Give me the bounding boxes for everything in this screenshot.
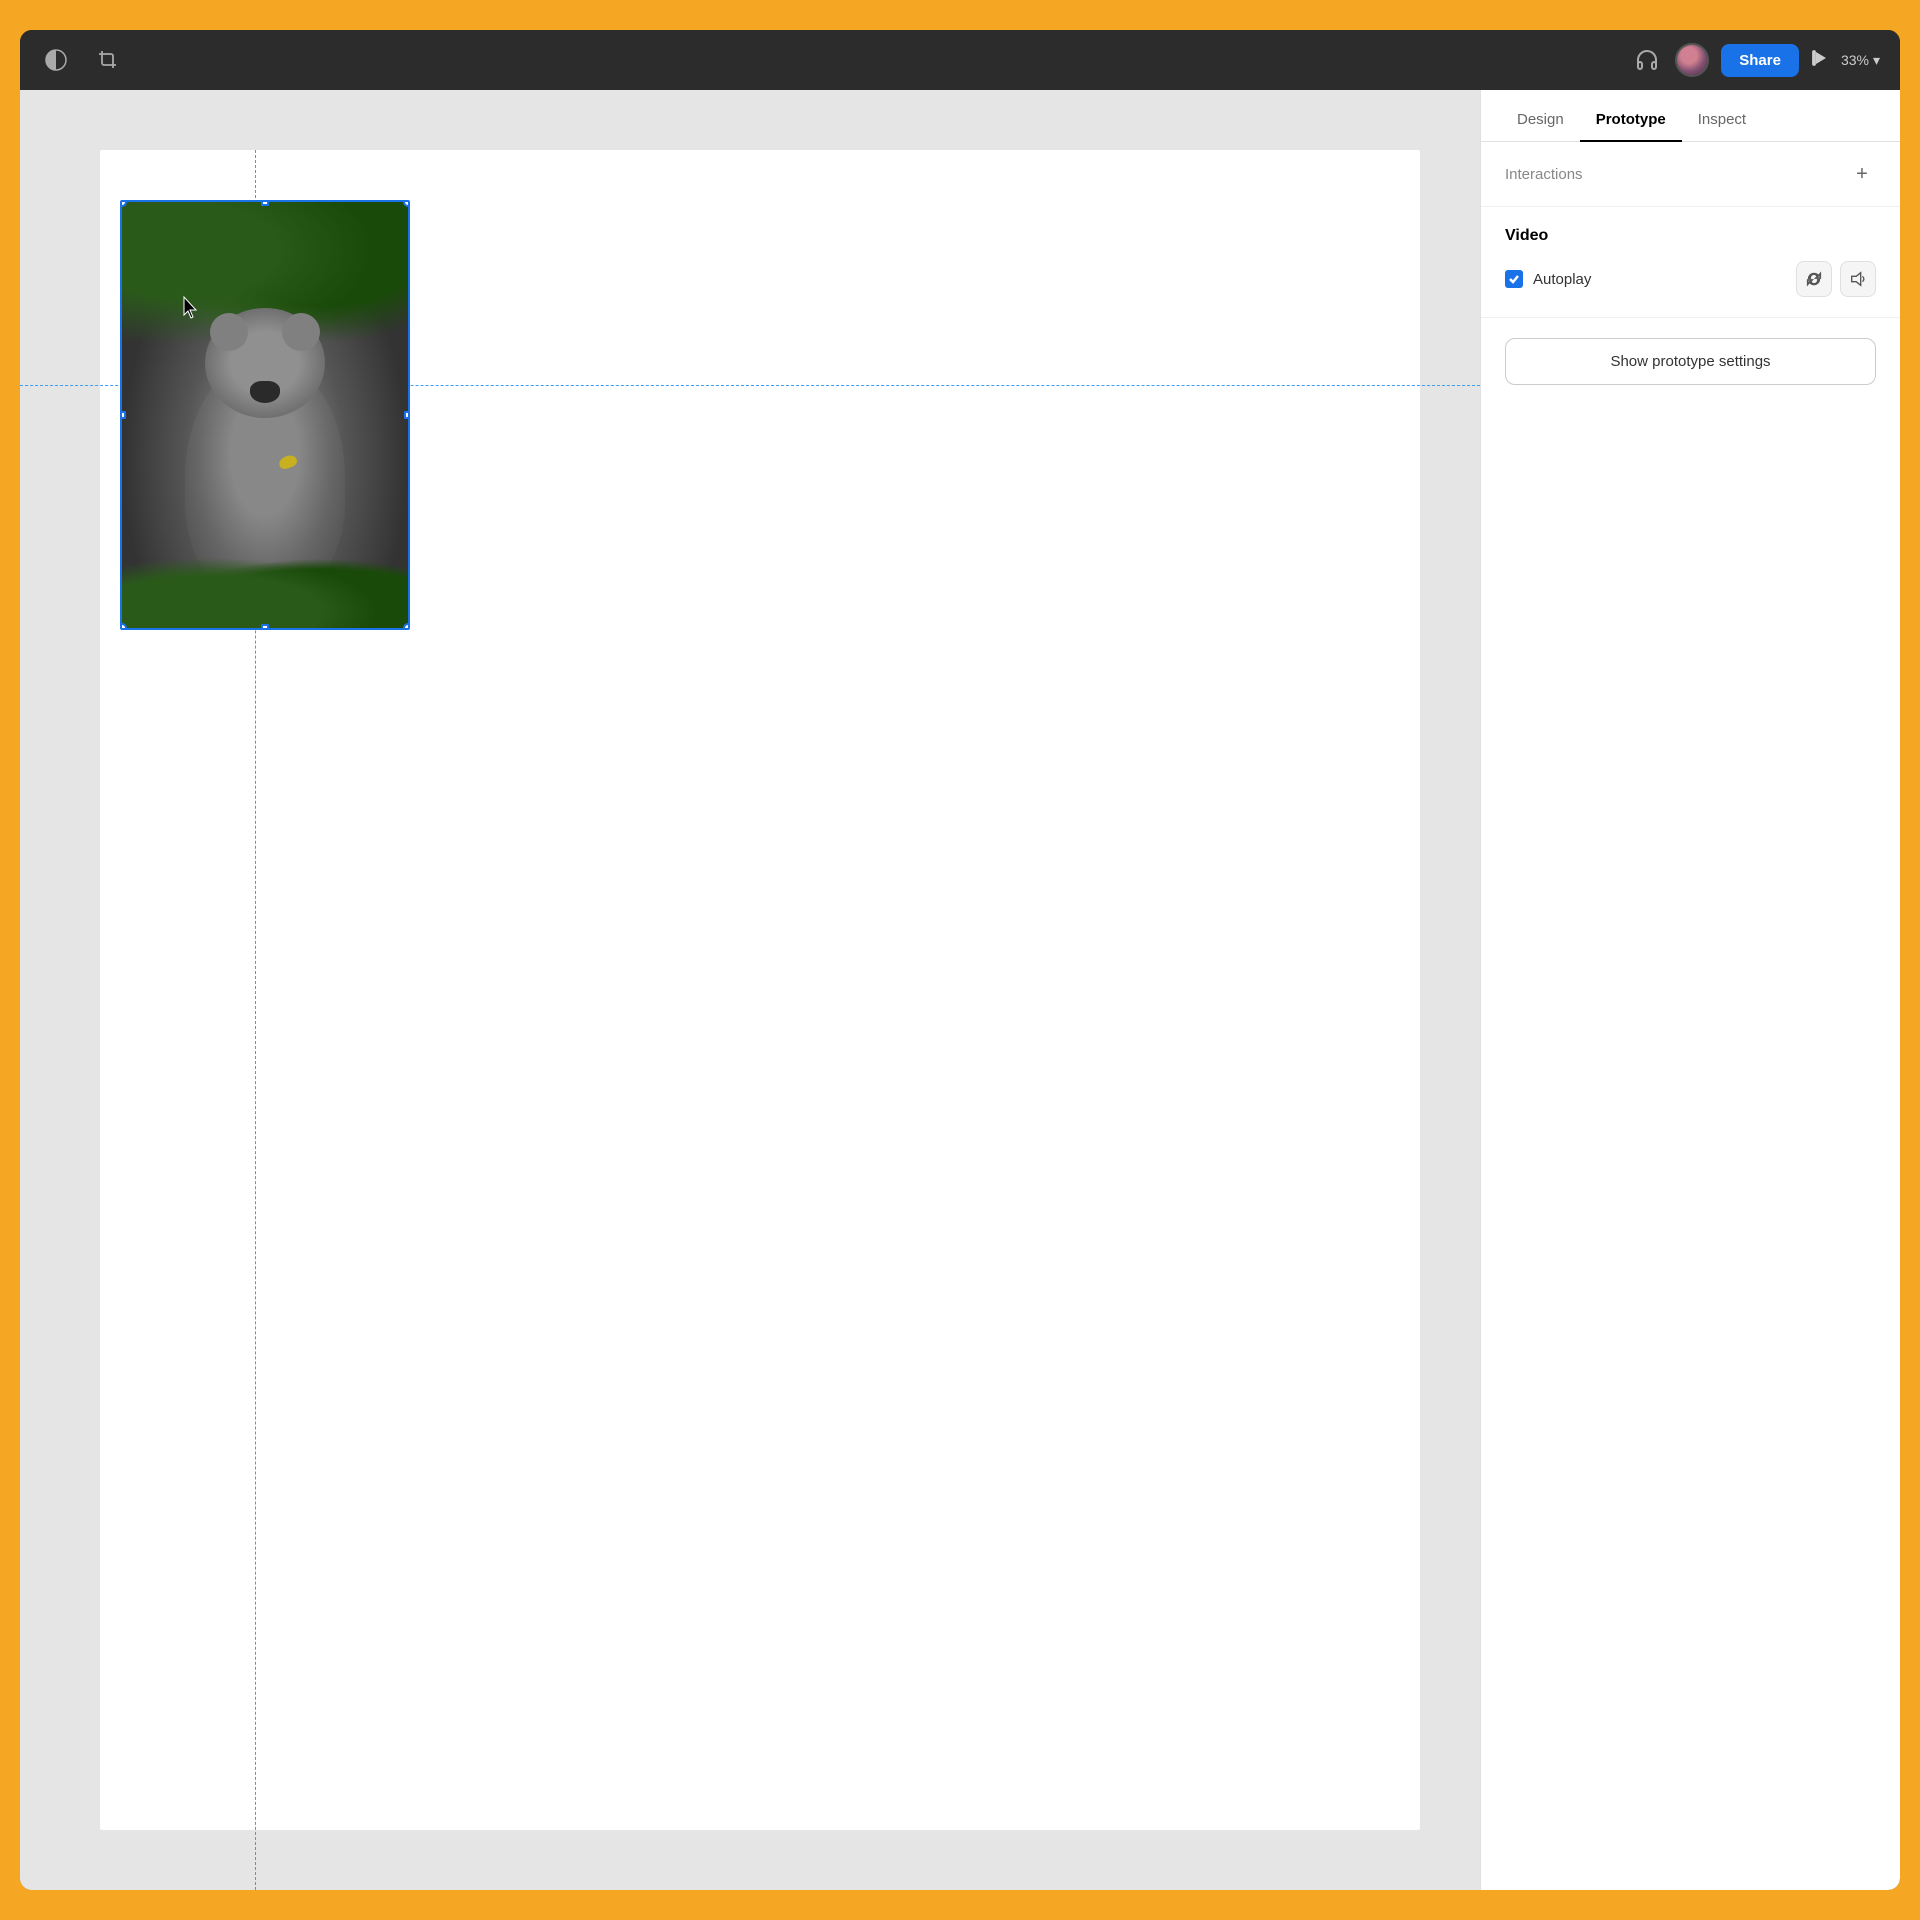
zoom-chevron-icon: ▾	[1873, 52, 1880, 69]
handle-right-center[interactable]	[404, 411, 410, 419]
autoplay-wrapper: Autoplay	[1505, 270, 1788, 288]
foliage-bottom	[122, 548, 408, 628]
mute-button[interactable]	[1840, 261, 1876, 297]
panel-content: Interactions + Video	[1481, 142, 1900, 1890]
koala-ear-right	[282, 313, 320, 351]
tab-inspect[interactable]: Inspect	[1682, 99, 1762, 142]
video-thumbnail	[122, 202, 408, 628]
theme-toggle-icon[interactable]	[40, 44, 72, 76]
main-area: 479 × 720 · Video Design Prototype Inspe…	[20, 90, 1900, 1890]
video-controls: Autoplay	[1505, 261, 1876, 297]
canvas-inner: 479 × 720 · Video	[20, 90, 1480, 1890]
selected-video-element[interactable]: 479 × 720 · Video	[120, 200, 410, 630]
tab-bar: Design Prototype Inspect	[1481, 90, 1900, 142]
app-container: Share 33% ▾	[20, 30, 1900, 1890]
koala-nose	[250, 381, 280, 403]
handle-bottom-left[interactable]	[120, 623, 127, 630]
autoplay-checkbox[interactable]	[1505, 270, 1523, 288]
zoom-control[interactable]: 33% ▾	[1841, 52, 1880, 69]
toolbar: Share 33% ▾	[20, 30, 1900, 90]
handle-top-center[interactable]	[261, 200, 269, 206]
headphone-icon[interactable]	[1631, 44, 1663, 76]
prototype-settings-section: Show prototype settings	[1481, 318, 1900, 405]
play-icon[interactable]	[1811, 49, 1829, 72]
avatar[interactable]	[1675, 43, 1709, 77]
share-button[interactable]: Share	[1721, 44, 1799, 77]
tab-design[interactable]: Design	[1501, 99, 1580, 142]
video-section: Video Autoplay	[1481, 207, 1900, 318]
toolbar-left	[40, 44, 1615, 76]
koala-ear-left	[210, 313, 248, 351]
video-section-title: Video	[1505, 227, 1876, 245]
handle-top-right[interactable]	[403, 200, 410, 207]
right-panel: Design Prototype Inspect Interactions + …	[1480, 90, 1900, 1890]
loop-button[interactable]	[1796, 261, 1832, 297]
interactions-label: Interactions	[1505, 166, 1583, 183]
autoplay-label: Autoplay	[1533, 271, 1591, 288]
koala-head	[205, 308, 325, 418]
handle-left-center[interactable]	[120, 411, 126, 419]
canvas-area: 479 × 720 · Video	[20, 90, 1480, 1890]
handle-bottom-right[interactable]	[403, 623, 410, 630]
tab-prototype[interactable]: Prototype	[1580, 99, 1682, 142]
add-interaction-button[interactable]: +	[1848, 160, 1876, 188]
interactions-section-header: Interactions +	[1481, 142, 1900, 207]
show-prototype-settings-button[interactable]: Show prototype settings	[1505, 338, 1876, 385]
zoom-label: 33%	[1841, 52, 1869, 68]
toolbar-right: Share 33% ▾	[1631, 43, 1880, 77]
crop-icon[interactable]	[92, 44, 124, 76]
handle-bottom-center[interactable]	[261, 624, 269, 630]
